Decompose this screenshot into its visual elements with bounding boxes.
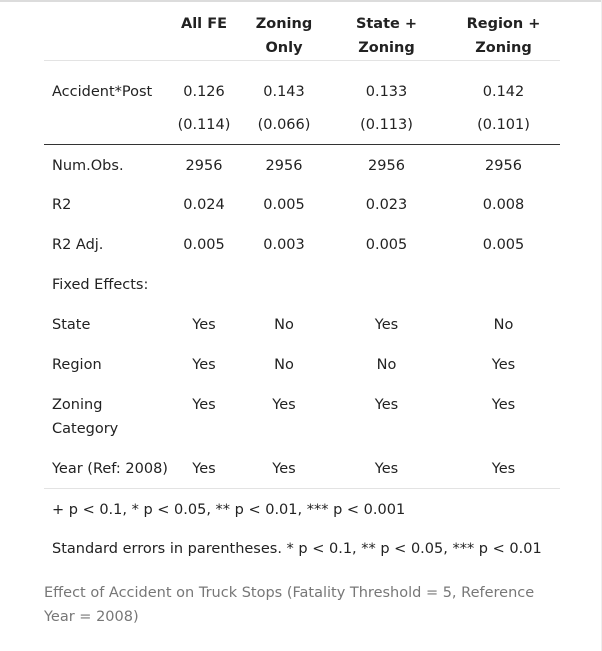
table-cell: Yes [491, 357, 516, 373]
table-row: Region Yes No No Yes [44, 344, 560, 384]
table-row: Num.Obs. 2956 2956 2956 2956 [44, 144, 560, 184]
table-row: (0.114) (0.066) (0.113) (0.101) [44, 104, 560, 145]
table-note-row: Standard errors in parentheses. * p < 0.… [44, 528, 560, 568]
table-row: Year (Ref: 2008) Yes Yes Yes Yes [44, 448, 560, 489]
regression-table: All FE Zoning Only State + Zoning Region… [44, 2, 560, 568]
table-row: Fixed Effects: [44, 264, 560, 304]
table-row: Accident*Post 0.126 0.143 0.133 0.142 [44, 61, 560, 105]
table-cell: 0.005 [482, 237, 525, 253]
row-label: R2 [52, 197, 72, 213]
header-cell-all-fe: All FE [166, 2, 242, 61]
table-cell [447, 264, 560, 304]
row-label: Year (Ref: 2008) [44, 448, 168, 489]
table-cell: 0.024 [183, 197, 225, 213]
table-cell: 2956 [185, 157, 223, 174]
row-label: Fixed Effects: [52, 277, 149, 293]
header-row: All FE Zoning Only State + Zoning Region… [44, 2, 560, 61]
header-cell-region-zoning: Region + Zoning [447, 2, 560, 61]
table-cell: 0.005 [263, 197, 305, 213]
table-cell [242, 264, 326, 304]
table-cell: 0.003 [263, 237, 305, 253]
header-cell-empty [44, 2, 166, 61]
table-cell: No [376, 357, 397, 373]
table-cell: Yes [192, 317, 216, 333]
table-cell: (0.113) [326, 104, 447, 145]
table-cell: (0.101) [447, 104, 560, 145]
row-label: Zoning Category [52, 397, 119, 437]
header-cell-zoning-only: Zoning Only [242, 2, 326, 61]
table-cell: Yes [166, 448, 242, 489]
row-label: Num.Obs. [52, 157, 124, 174]
table-cell: Yes [447, 448, 560, 489]
table-cell: 2956 [368, 157, 405, 174]
table-cell: Yes [242, 448, 326, 489]
table-cell: No [274, 357, 294, 373]
table-cell: Yes [491, 397, 516, 413]
table-caption: Effect of Accident on Truck Stops (Fatal… [44, 585, 535, 625]
table-row: Zoning Category Yes Yes Yes Yes [44, 384, 560, 448]
row-label [44, 104, 166, 145]
table-cell: 0.008 [482, 197, 525, 213]
table-cell: Yes [192, 357, 216, 373]
table-cell: 0.143 [263, 84, 305, 100]
header-cell-state-zoning: State + Zoning [326, 2, 447, 61]
table-cell: 0.005 [183, 237, 225, 253]
table-cell: Yes [374, 397, 399, 413]
table-cell: 0.126 [183, 84, 225, 100]
table-cell: 0.133 [365, 84, 408, 100]
row-label: R2 Adj. [52, 237, 104, 253]
table-cell: 0.023 [365, 197, 408, 213]
standard-errors-note: Standard errors in parentheses. * p < 0.… [52, 541, 542, 557]
significance-note: + p < 0.1, * p < 0.05, ** p < 0.01, *** … [52, 501, 406, 518]
table-cell [166, 264, 242, 304]
table-cell: Yes [272, 397, 296, 413]
table-cell: (0.114) [166, 104, 242, 145]
table-cell: Yes [326, 448, 447, 489]
row-label: Region [52, 357, 102, 373]
table-row: R2 Adj. 0.005 0.003 0.005 0.005 [44, 224, 560, 264]
table-cell: No [274, 317, 294, 333]
table-cell: 0.005 [365, 237, 408, 253]
row-label: State [52, 317, 91, 333]
table-row: State Yes No Yes No [44, 304, 560, 344]
table-cell: Yes [192, 397, 216, 413]
table-row: R2 0.024 0.005 0.023 0.008 [44, 184, 560, 224]
table-cell: (0.066) [242, 104, 326, 145]
table-cell: No [493, 317, 514, 333]
table-cell [326, 264, 447, 304]
row-label: Accident*Post [52, 84, 153, 100]
table-cell: 0.142 [482, 84, 525, 100]
table-cell: 2956 [265, 157, 303, 174]
table-note-row: + p < 0.1, * p < 0.05, ** p < 0.01, *** … [44, 488, 560, 528]
table-cell: Yes [374, 317, 399, 333]
table-cell: 2956 [485, 157, 522, 174]
